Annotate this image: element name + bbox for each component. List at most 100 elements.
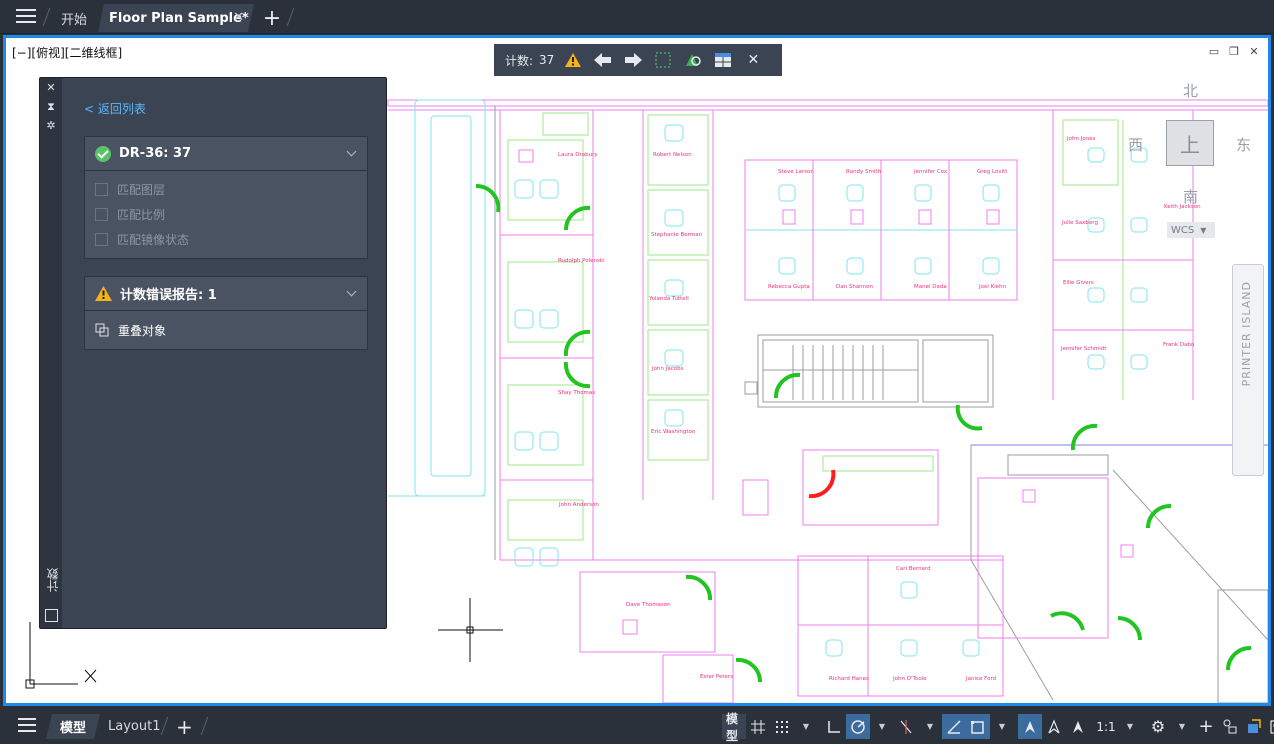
minimize-icon[interactable]: ▭ <box>1208 46 1220 58</box>
block-count-card: DR-36: 37 匹配图层 匹配比例 匹配镜像状态 <box>84 136 368 259</box>
plus-icon: + <box>262 5 282 31</box>
chevron-down-icon[interactable]: ▼ <box>990 714 1014 739</box>
gear-icon[interactable]: ⚙ <box>1146 714 1170 739</box>
drawing-label: Jennifer Schmidt <box>1060 346 1107 352</box>
drawing-label: Dave Thomason <box>626 602 671 608</box>
drawing-label: Richard Hanes <box>829 676 869 682</box>
insert-table-icon[interactable] <box>712 49 734 71</box>
close-icon[interactable]: ✕ <box>233 10 244 25</box>
plus-icon[interactable]: + <box>1194 714 1218 739</box>
tab-model[interactable]: 模型 <box>46 714 100 739</box>
hardware-accel-icon[interactable] <box>1242 714 1266 739</box>
lineweight-icon[interactable] <box>966 714 990 739</box>
drawing-label: Jennifer Cox <box>913 169 948 175</box>
drawing-label: Frank Dabo <box>1163 342 1195 348</box>
office-workstations <box>507 112 1148 657</box>
drawing-label: John Jones <box>1066 136 1096 142</box>
room-labels: Laura Drabury Robert Nelson Stephanie Be… <box>558 136 1201 682</box>
count-value: 37 <box>539 53 555 67</box>
chevron-down-icon[interactable]: ▼ <box>1170 714 1194 739</box>
tab-layout1[interactable]: Layout1 <box>108 714 160 739</box>
highlighted-door-arc[interactable] <box>808 469 836 499</box>
viewcube-east[interactable]: 东 <box>1236 134 1251 155</box>
drawing-label: Rudolph Polenski <box>558 258 605 264</box>
properties-icon[interactable]: ✲ <box>40 119 62 135</box>
next-arrow-icon[interactable] <box>622 49 644 71</box>
checkbox[interactable] <box>95 183 108 196</box>
warning-icon[interactable] <box>562 49 584 71</box>
viewcube-north[interactable]: 北 <box>1183 80 1198 101</box>
ortho-icon[interactable] <box>822 714 846 739</box>
chevron-down-icon[interactable] <box>346 286 357 297</box>
drawing-label: Steve Larson <box>778 169 814 175</box>
checkbox[interactable] <box>95 233 108 246</box>
chevron-down-icon[interactable]: ▼ <box>918 714 942 739</box>
viewcube-top-face[interactable]: 上 <box>1166 120 1214 166</box>
count-palette-icon <box>45 609 58 622</box>
annotation-scale-dropdown[interactable]: 1:1 <box>1094 714 1118 739</box>
find-icon[interactable] <box>682 49 704 71</box>
hamburger-icon[interactable] <box>16 9 36 25</box>
drawing-label: Eric Washington <box>651 429 696 435</box>
viewport-controls-label[interactable]: [−][俯视][二维线框] <box>12 44 122 61</box>
tab-floor-plan[interactable]: Floor Plan Sample* ✕ <box>98 4 254 32</box>
ucs-icon <box>25 622 97 689</box>
annotation-icon[interactable] <box>1066 714 1090 739</box>
viewcube-west[interactable]: 西 <box>1128 134 1143 155</box>
chevron-down-icon[interactable] <box>346 146 357 157</box>
chevron-down-icon[interactable]: ▼ <box>1118 714 1142 739</box>
annotation-visibility-icon[interactable] <box>1018 714 1042 739</box>
snap-icon[interactable] <box>770 714 794 739</box>
block-count-header[interactable]: DR-36: 37 <box>85 137 367 171</box>
count-label: 计数: <box>505 53 534 68</box>
tab-floor-plan-label: Floor Plan Sample* <box>109 10 249 26</box>
error-report-header[interactable]: 计数错误报告: 1 <box>85 277 367 311</box>
checkmark-icon <box>95 145 111 162</box>
option-label: 匹配图层 <box>117 183 166 197</box>
restore-icon[interactable]: ❐ <box>1228 46 1240 58</box>
grid-icon[interactable] <box>746 714 770 739</box>
match-scale-option[interactable]: 匹配比例 <box>85 202 367 227</box>
autoscale-icon[interactable] <box>1042 714 1066 739</box>
tab-separator <box>286 8 295 26</box>
tab-start-label: 开始 <box>61 12 88 28</box>
auto-hide-icon[interactable]: ⧗ <box>40 100 62 116</box>
close-icon[interactable]: ✕ <box>1248 46 1260 58</box>
viewcube-south[interactable]: 南 <box>1183 186 1198 207</box>
zoom-to-selection-icon[interactable] <box>652 49 674 71</box>
tab-separator <box>160 717 169 735</box>
checkbox[interactable] <box>95 208 108 221</box>
osnap-icon[interactable] <box>942 714 966 739</box>
model-space-toggle[interactable]: 模型 <box>722 712 746 743</box>
drawing-label: Randy Smith <box>846 169 882 175</box>
isolate-icon[interactable] <box>1218 714 1242 739</box>
drawing-viewport[interactable]: Laura Drabury Robert Nelson Stephanie Be… <box>3 35 1271 706</box>
match-layer-option[interactable]: 匹配图层 <box>85 177 367 202</box>
wcs-dropdown[interactable]: WCS ▼ <box>1167 222 1215 238</box>
option-label: 匹配比例 <box>117 208 166 222</box>
chevron-down-icon[interactable]: ▼ <box>794 714 818 739</box>
count-palette: ✕ ⧗ ✲ 计数 < 返回列表 DR-36: 37 匹配图层 匹配比例 匹配镜像… <box>39 77 387 629</box>
block-count-title: DR-36: 37 <box>119 146 192 161</box>
chevron-down-icon[interactable]: ▼ <box>870 714 894 739</box>
error-report-title: 计数错误报告: 1 <box>120 288 217 303</box>
drawing-label: Carl Bernard <box>896 566 931 572</box>
isodraft-icon[interactable] <box>894 714 918 739</box>
polar-icon[interactable] <box>846 714 870 739</box>
error-report-card: 计数错误报告: 1 重叠对象 <box>84 276 368 350</box>
fullscreen-icon[interactable] <box>1266 714 1274 739</box>
back-to-list-link[interactable]: < 返回列表 <box>84 100 146 117</box>
close-icon[interactable]: ✕ <box>742 49 764 71</box>
close-icon[interactable]: ✕ <box>40 81 62 97</box>
drawing-label: Stephanie Berman <box>651 232 703 238</box>
prev-arrow-icon[interactable] <box>592 49 614 71</box>
tab-start[interactable]: 开始 <box>52 4 98 32</box>
new-layout-button[interactable]: + <box>176 714 193 739</box>
document-tab-bar: 开始 Floor Plan Sample* ✕ + <box>0 0 1274 34</box>
hamburger-icon[interactable] <box>18 718 36 734</box>
navigation-bar[interactable]: PRINTER ISLAND <box>1232 264 1264 476</box>
plus-icon: + <box>176 714 193 739</box>
overlapping-objects-item[interactable]: 重叠对象 <box>85 311 367 349</box>
new-tab-button[interactable]: + <box>260 4 284 32</box>
match-mirror-option[interactable]: 匹配镜像状态 <box>85 227 367 252</box>
